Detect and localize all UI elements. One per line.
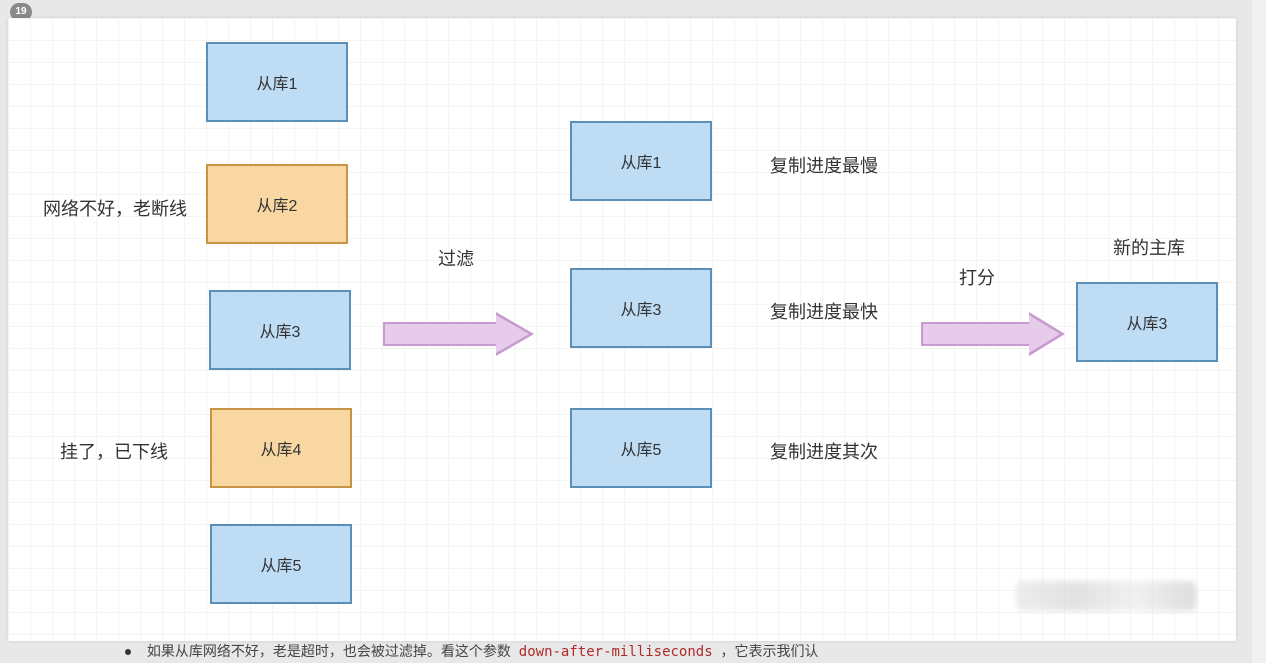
col2-slave3: 从库3 (570, 268, 712, 348)
footer-text: 如果从库网络不好，老是超时，也会被过滤掉。看这个参数 down-after-mi… (125, 641, 819, 661)
node-label: 从库5 (621, 436, 662, 460)
node-label: 从库3 (1127, 310, 1168, 334)
col2-slave1-note: 复制进度最慢 (770, 152, 878, 178)
diagram-canvas: 从库1 网络不好，老断线 从库2 从库3 挂了，已下线 从库4 从库5 过滤 从… (8, 18, 1236, 641)
arrow2-label: 打分 (959, 264, 995, 290)
col2-slave1: 从库1 (570, 121, 712, 201)
arrow-score (921, 314, 1067, 354)
arrow1-label: 过滤 (438, 245, 474, 271)
node-label: 从库2 (257, 192, 298, 216)
scrollbar-track[interactable] (1252, 0, 1266, 663)
result-node: 从库3 (1076, 282, 1218, 362)
page-root: 19 从库1 网络不好，老断线 从库2 从库3 挂了，已下线 从库4 从库5 过… (0, 0, 1266, 663)
col2-slave5-note: 复制进度其次 (770, 438, 878, 464)
arrow-filter (383, 314, 535, 354)
col1-slave1: 从库1 (206, 42, 348, 122)
footer-prefix: 如果从库网络不好，老是超时，也会被过滤掉。看这个参数 (147, 643, 511, 659)
node-label: 从库1 (621, 149, 662, 173)
node-label: 从库3 (621, 296, 662, 320)
col1-slave2: 从库2 (206, 164, 348, 244)
node-label: 从库1 (257, 70, 298, 94)
node-label: 从库5 (261, 552, 302, 576)
col1-slave4-note: 挂了，已下线 (60, 438, 168, 464)
col1-slave2-note: 网络不好，老断线 (43, 195, 187, 221)
result-title: 新的主库 (1113, 234, 1185, 260)
bullet-icon (125, 649, 131, 655)
col1-slave4: 从库4 (210, 408, 352, 488)
col2-slave5: 从库5 (570, 408, 712, 488)
col2-slave3-note: 复制进度最快 (770, 298, 878, 324)
node-label: 从库3 (260, 318, 301, 342)
watermark-blur (1016, 581, 1196, 611)
node-label: 从库4 (261, 436, 302, 460)
col1-slave3: 从库3 (209, 290, 351, 370)
footer-code: down-after-milliseconds (519, 644, 713, 660)
col1-slave5: 从库5 (210, 524, 352, 604)
footer-suffix: ，它表示我们认 (721, 643, 819, 659)
